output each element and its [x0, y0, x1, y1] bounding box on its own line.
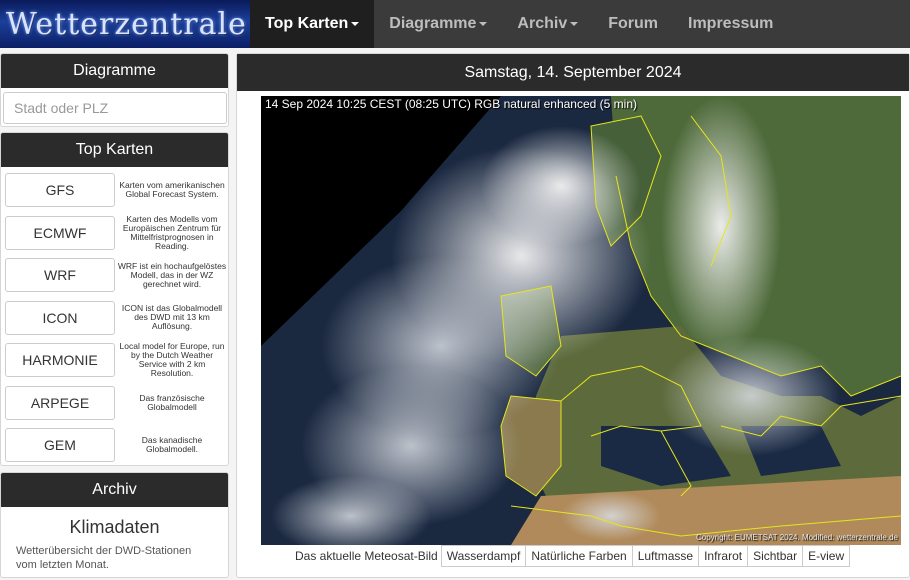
icon-description: ICON ist das Globalmodell des DWD mit 13…	[121, 303, 223, 332]
wrf-button[interactable]: WRF	[5, 258, 115, 293]
satellite-image[interactable]: 14 Sep 2024 10:25 CEST (08:25 UTC) RGB n…	[261, 96, 901, 545]
nav-top-karten[interactable]: Top Karten	[250, 0, 375, 48]
wrf-description: WRF ist ein hochaufgelöstes Modell, das …	[117, 260, 227, 289]
arpege-button[interactable]: ARPEGE	[5, 385, 115, 420]
tab-wasserdampf[interactable]: Wasserdampf	[440, 545, 527, 567]
nav-archiv-label: Archiv	[517, 15, 568, 32]
nav-top-karten-label: Top Karten	[265, 15, 349, 32]
model-row-gfs: GFS Karten vom amerikanischen Global Fore…	[1, 169, 228, 212]
logo-text: Wetterzentrale	[6, 6, 247, 42]
top-karten-panel-title: Top Karten	[1, 133, 228, 167]
klimadaten-link[interactable]: Klimadaten	[1, 517, 228, 538]
tab-luftmasse[interactable]: Luftmasse	[631, 545, 700, 567]
gem-description: Das kanadische Globalmodell.	[141, 435, 203, 455]
caret-down-icon	[479, 22, 488, 26]
harmonie-description: Local model for Europe, run by the Dutch…	[119, 341, 225, 379]
diagramme-panel: Diagramme Stadt oder PLZ	[0, 53, 229, 127]
klimadaten-description: Wetterübersicht der DWD-Stationen vom le…	[16, 545, 192, 571]
nav-forum[interactable]: Forum	[593, 0, 673, 48]
top-navbar: Wetterzentrale Top Karten Diagramme Arch…	[0, 0, 910, 48]
caret-down-icon	[351, 22, 360, 26]
model-row-ecmwf: ECMWF Karten des Modells vom Europäischen…	[1, 212, 228, 255]
tab-infrarot[interactable]: Infrarot	[698, 545, 749, 567]
gem-button[interactable]: GEM	[5, 428, 115, 463]
diagramme-panel-title: Diagramme	[1, 54, 228, 88]
ecmwf-description: Karten des Modells vom Europäischen Zent…	[122, 213, 222, 251]
model-row-icon: ICON ICON ist das Globalmodell des DWD mi…	[1, 297, 228, 340]
archiv-panel-title: Archiv	[1, 473, 228, 507]
archiv-panel: Archiv Klimadaten Wetterübersicht der DW…	[0, 472, 229, 578]
arpege-description: Das französische Globalmodell	[139, 392, 205, 412]
icon-button[interactable]: ICON	[5, 300, 115, 335]
nav-diagramme[interactable]: Diagramme	[374, 0, 502, 48]
harmonie-button[interactable]: HARMONIE	[5, 343, 115, 378]
gfs-description: Karten vom amerikanischen Global Forecas…	[119, 180, 225, 200]
ecmwf-button[interactable]: ECMWF	[5, 215, 115, 250]
city-search-input[interactable]: Stadt oder PLZ	[3, 92, 227, 124]
top-karten-panel: Top Karten GFS Karten vom amerikanischen …	[0, 132, 229, 466]
satellite-copyright: Copyright: EUMETSAT 2024. Modified: wett…	[695, 533, 898, 542]
nav-archiv[interactable]: Archiv	[502, 0, 593, 48]
meteosat-tabs: Das aktuelle Meteosat-Bild Wasserdampf N…	[295, 545, 851, 567]
model-row-gem: GEM Das kanadische Globalmodell.	[1, 424, 228, 467]
site-logo[interactable]: Wetterzentrale	[0, 0, 250, 48]
gfs-button[interactable]: GFS	[5, 173, 115, 208]
date-title: Samstag, 14. September 2024	[237, 54, 909, 91]
tab-sichtbar[interactable]: Sichtbar	[747, 545, 804, 567]
model-row-arpege: ARPEGE Das französische Globalmodell	[1, 382, 228, 425]
main-panel: Samstag, 14. September 2024 14 Sep 2024 …	[236, 53, 910, 578]
nav-impressum-label: Impressum	[688, 15, 774, 32]
nav-diagramme-label: Diagramme	[389, 15, 477, 32]
nav-impressum[interactable]: Impressum	[673, 0, 788, 48]
search-placeholder: Stadt oder PLZ	[14, 100, 109, 116]
nav-forum-label: Forum	[608, 15, 658, 32]
meteosat-tabs-label: Das aktuelle Meteosat-Bild	[295, 549, 438, 563]
satellite-map-graphic	[261, 96, 901, 545]
tab-e-view[interactable]: E-view	[802, 545, 851, 567]
tab-natuerliche-farben[interactable]: Natürliche Farben	[525, 545, 633, 567]
model-row-harmonie: HARMONIE Local model for Europe, run by t…	[1, 339, 228, 382]
caret-down-icon	[570, 22, 579, 26]
satellite-caption: 14 Sep 2024 10:25 CEST (08:25 UTC) RGB n…	[265, 97, 637, 111]
model-row-wrf: WRF WRF ist ein hochaufgelöstes Modell, d…	[1, 254, 228, 297]
